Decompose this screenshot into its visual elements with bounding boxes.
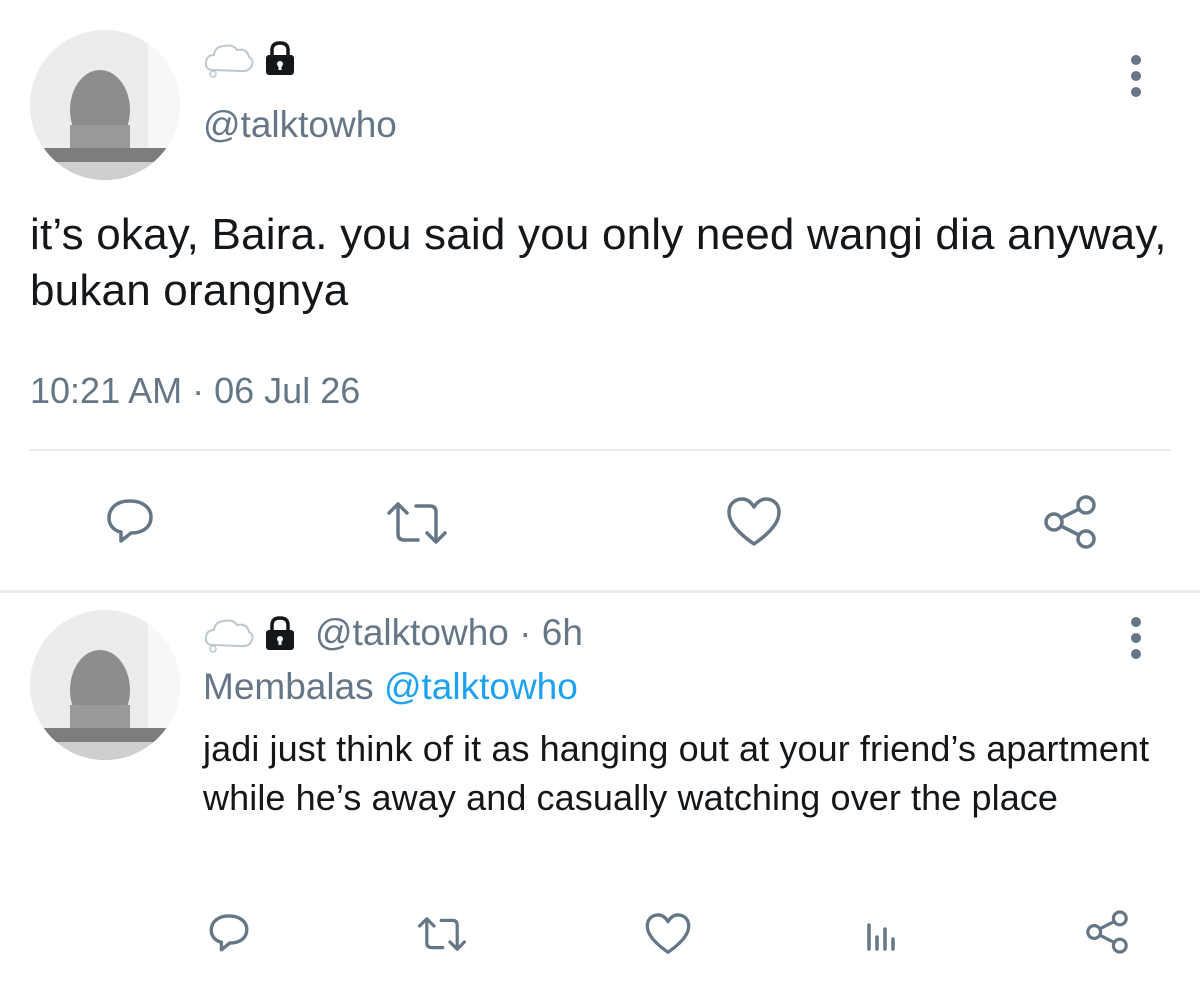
retweet-icon: [418, 917, 467, 951]
replying-to: Membalas @talktowho: [203, 665, 578, 709]
reply-icon: [209, 914, 249, 952]
cloud-icon: [203, 615, 255, 653]
cloud-icon: [203, 40, 255, 78]
retweet-icon: [387, 502, 447, 544]
tweet-time: 10:21 AM: [30, 370, 183, 411]
reply-meta: @talktowho · 6h: [315, 611, 583, 655]
tweet-text: jadi just think of it as hanging out at …: [203, 728, 1150, 818]
retweet-button[interactable]: [382, 493, 452, 553]
timestamp-separator: ·: [192, 370, 205, 411]
tweet-timestamp[interactable]: 10:21 AM · 06 Jul 26: [30, 369, 360, 413]
retweet-button[interactable]: [414, 911, 470, 957]
like-icon: [645, 913, 691, 954]
analytics-button[interactable]: [858, 913, 902, 957]
like-button[interactable]: [642, 911, 694, 957]
lock-icon: [263, 40, 297, 76]
reply-tweet[interactable]: @talktowho · 6h Membalas @talktowho jadi…: [0, 593, 1200, 985]
lock-icon: [263, 615, 297, 651]
avatar[interactable]: [30, 30, 180, 180]
share-icon: [1086, 910, 1128, 954]
more-vertical-icon[interactable]: [1131, 617, 1143, 665]
analytics-icon: [867, 923, 895, 951]
reply-button[interactable]: [100, 490, 160, 550]
divider: [30, 449, 1170, 451]
like-button[interactable]: [722, 492, 786, 552]
more-vertical-icon[interactable]: [1131, 55, 1143, 103]
tweet-age: 6h: [541, 612, 583, 653]
reply-button[interactable]: [205, 908, 253, 956]
share-button[interactable]: [1038, 490, 1102, 554]
tweet-date: 06 Jul 26: [214, 370, 361, 411]
replying-prefix: Membalas: [203, 666, 374, 707]
avatar[interactable]: [30, 610, 180, 760]
tweet-text: it’s okay, Baira. you said you only need…: [30, 210, 1167, 315]
like-icon: [727, 497, 781, 546]
author-handle[interactable]: @talktowho: [315, 612, 509, 653]
share-button[interactable]: [1082, 907, 1132, 957]
reply-icon: [107, 499, 153, 543]
share-icon: [1044, 495, 1096, 549]
main-tweet[interactable]: @talktowho it’s okay, Baira. you said yo…: [0, 0, 1200, 590]
meta-separator: ·: [519, 612, 532, 653]
author-handle[interactable]: @talktowho: [203, 103, 397, 147]
replying-to-link[interactable]: @talktowho: [384, 666, 578, 707]
